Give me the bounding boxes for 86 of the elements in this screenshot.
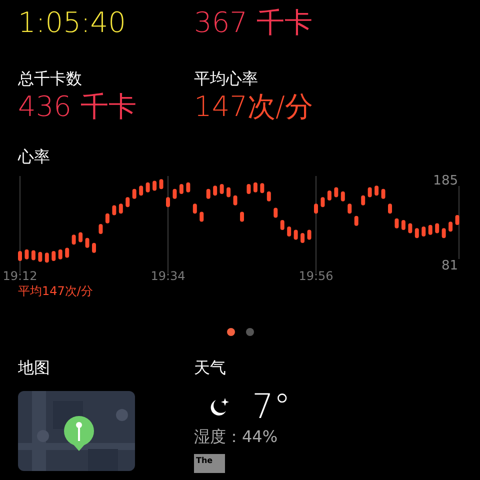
axis-label: 185 (433, 174, 458, 188)
heart-rate-mark (152, 180, 157, 191)
heart-rate-mark (139, 186, 144, 196)
heart-rate-mark (72, 234, 76, 245)
temperature: 7° (252, 387, 291, 427)
page-dot[interactable] (226, 328, 234, 336)
heart-rate-mark (287, 226, 292, 236)
heart-rate-mark (52, 251, 56, 261)
humidity: 湿度：44% (194, 427, 278, 448)
heart-rate-mark (105, 213, 110, 224)
heart-rate-mark (414, 228, 419, 238)
heart-rate-mark (159, 179, 164, 190)
heart-rate-mark (31, 250, 36, 260)
heart-rate-mark (381, 188, 386, 199)
heart-rate-mark (38, 252, 42, 262)
heart-rate-mark (327, 190, 332, 201)
section-title: 天气 (194, 357, 226, 379)
heart-rate-mark (179, 184, 184, 194)
heart-rate-mark (240, 212, 244, 222)
heart-rate-mark (361, 195, 366, 206)
heart-rate-mark (354, 216, 358, 226)
stat-value: 147次/分 (194, 90, 313, 124)
axis-label: 19:12 (2, 269, 38, 283)
stat-value: 367 千卡 (194, 6, 312, 40)
heart-rate-mark (408, 223, 412, 234)
heart-rate-mark (348, 204, 352, 214)
weather-logo: The (194, 454, 225, 473)
heart-rate-mark (340, 191, 345, 202)
heart-rate-mark (442, 228, 446, 238)
heart-rate-mark (118, 204, 123, 214)
heart-rate-mark (374, 186, 379, 196)
heart-rate-mark (307, 230, 312, 240)
heart-rate-mark (394, 218, 399, 228)
heart-rate-mark (98, 224, 103, 234)
heart-rate-mark (246, 184, 251, 194)
heart-rate-mark (92, 242, 96, 253)
heart-rate-mark (166, 197, 170, 208)
section-title: 地图 (18, 357, 50, 379)
heart-rate-mark (428, 224, 432, 235)
heart-rate-mark (126, 197, 130, 208)
heart-rate-mark (401, 220, 406, 230)
axis-label: 19:56 (298, 269, 334, 283)
heart-rate-mark (266, 191, 271, 202)
heart-rate-mark (253, 182, 258, 192)
heart-rate-mark (24, 249, 29, 260)
heart-rate-mark (274, 208, 278, 218)
heart-rate-mark (280, 220, 284, 230)
heart-rate-mark (455, 215, 460, 226)
heart-rate-mark (435, 223, 440, 234)
stat-label: 平均心率 (194, 68, 258, 90)
heart-rate-mark (294, 230, 298, 240)
heart-rate-mark (146, 182, 150, 192)
heart-rate-mark (206, 188, 210, 199)
stat-label: 总千卡数 (18, 68, 82, 90)
heart-rate-mark (388, 204, 392, 214)
heart-rate-mark (200, 212, 204, 222)
heart-rate-mark (192, 204, 197, 214)
heart-rate-mark (368, 187, 372, 198)
heart-rate-mark (233, 195, 238, 206)
stat-value: 1:05:40 (18, 6, 126, 40)
heart-rate-mark (320, 197, 325, 208)
heart-rate-mark (260, 183, 264, 194)
axis-label: 19:34 (150, 269, 186, 283)
heart-rate-mark (44, 252, 49, 263)
heart-rate-mark (220, 184, 224, 194)
heart-rate-mark (422, 226, 426, 236)
section-title: 心率 (18, 146, 50, 168)
heart-rate-mark (58, 249, 62, 260)
page-dot[interactable] (246, 328, 254, 336)
heart-rate-mark (226, 187, 231, 198)
heart-rate-mark (314, 204, 318, 214)
heart-rate-mark (448, 222, 453, 232)
heart-rate-mark (18, 251, 22, 261)
heart-rate-mark (172, 188, 177, 199)
heart-rate-mark (78, 232, 83, 242)
heart-rate-mark (132, 188, 136, 199)
average-heart-rate: 平均147次/分 (18, 283, 93, 300)
heart-rate-mark (85, 238, 90, 248)
heart-rate-mark (65, 248, 70, 258)
stat-value: 436 千卡 (18, 90, 136, 124)
heart-rate-mark (186, 182, 190, 192)
heart-rate-mark (112, 205, 116, 216)
heart-rate-mark (300, 233, 305, 244)
heart-rate-mark (213, 186, 218, 196)
axis-label: 81 (441, 258, 458, 274)
heart-rate-mark (334, 187, 338, 198)
